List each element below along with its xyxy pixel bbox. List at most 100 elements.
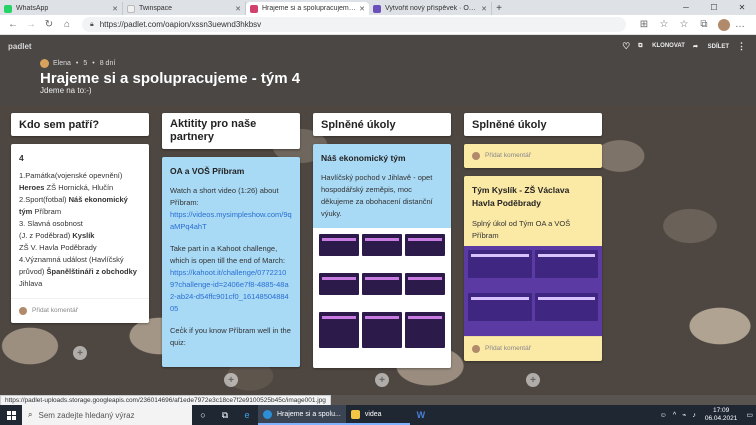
folder-icon <box>350 409 360 419</box>
card-line: ZŠ V. Havla Poděbrady <box>19 243 97 252</box>
tab-twinspace[interactable]: Twinspace ✕ <box>123 2 246 15</box>
post-card[interactable]: Tým Kyslík - ZŠ Václava Havla Poděbrady … <box>464 176 602 361</box>
column-title[interactable]: Aktitity pro naše partnery <box>162 113 300 149</box>
taskbar-app-browser[interactable]: Hrajeme si a spolu... <box>258 405 346 425</box>
avatar <box>19 307 27 315</box>
notifications-icon[interactable]: ▭ <box>746 411 753 419</box>
maximize-icon[interactable]: ☐ <box>700 0 728 15</box>
close-icon[interactable]: ✕ <box>235 5 241 13</box>
card-line: 2.Sport(fotbal) Náš ekonomický tým Příbr… <box>19 194 141 218</box>
card-text: Havlíčský pochod v Jihlavě - opet hospod… <box>321 173 433 218</box>
clock[interactable]: 17:09 06.04.2021 <box>705 407 738 423</box>
post-card-comment[interactable]: Přidat komentář <box>464 144 602 168</box>
collections-icon[interactable]: ⧉ <box>697 18 711 32</box>
screenshot-thumb <box>362 234 402 256</box>
screenshot-thumb <box>468 292 532 321</box>
bookmark-star-icon[interactable]: ☆ <box>657 18 671 32</box>
network-icon[interactable]: ⌁ <box>682 411 686 419</box>
card-text: ZŠ Hornická, Hlučín <box>44 183 114 192</box>
task-view-icon[interactable]: ⧉ <box>214 405 236 425</box>
taskbar-search[interactable]: ⌕ Sem zadejte hledaný výraz <box>22 405 192 425</box>
browser-tabbar: WhatsApp ✕ Twinspace ✕ Hrajeme si a spol… <box>0 0 756 15</box>
clone-button[interactable]: ⧉ KLONOVAT <box>638 43 685 50</box>
add-comment[interactable]: Přidat komentář <box>11 298 149 323</box>
post-card[interactable]: 4 1.Památka(vojenské opevnění) Heroes ZŠ… <box>11 144 149 323</box>
add-post-button[interactable]: + <box>526 373 540 387</box>
reload-icon[interactable]: ↻ <box>42 18 56 32</box>
close-icon[interactable]: ✕ <box>112 5 118 13</box>
column-title[interactable]: Splněné úkoly <box>464 113 602 136</box>
people-icon[interactable]: ☺ <box>660 412 667 419</box>
column-title[interactable]: Kdo sem patří? <box>11 113 149 136</box>
header-actions: ♡ ⧉ KLONOVAT ➦ SDÍLET ⋮ <box>614 41 746 52</box>
kahoot-link[interactable]: https://kahoot.it/challenge/07722109?cha… <box>170 267 292 315</box>
close-window-icon[interactable]: ✕ <box>728 0 756 15</box>
more-icon[interactable]: ⋮ <box>737 41 746 52</box>
card-line: (J. z Poděbrad) Kyslík <box>19 230 141 242</box>
forward-icon[interactable]: → <box>24 18 38 32</box>
chevron-up-icon[interactable]: ^ <box>673 412 676 419</box>
browser-toolbar: ← → ↻ ⌂ 🔒︎ https://padlet.com/oapion/xss… <box>0 15 756 35</box>
tab-label: WhatsApp <box>16 5 49 12</box>
card-text: 2.Sport(fotbal) <box>19 195 69 204</box>
start-button[interactable] <box>0 405 22 425</box>
minimize-icon[interactable]: ─ <box>672 0 700 15</box>
tab-padlet[interactable]: Hrajeme si a spolupracujeme - tý ✕ <box>246 2 369 15</box>
post-card[interactable]: OA a VOŠ Příbram Watch a short video (1:… <box>162 157 300 367</box>
share-button[interactable]: ➦ SDÍLET <box>693 43 729 50</box>
column-title[interactable]: Splněné úkoly <box>313 113 451 136</box>
home-icon[interactable]: ⌂ <box>60 18 74 32</box>
tab-label: Vytvořit nový příspěvek · Obchod <box>385 5 479 12</box>
author-name: Elena <box>53 60 71 67</box>
card-text: Splný úkol od Tým OA a VOŠ Příbram <box>472 219 571 240</box>
favorites-icon[interactable]: ☆ <box>677 18 691 32</box>
screenshot-thumb <box>534 250 598 278</box>
close-icon[interactable]: ✕ <box>359 5 365 13</box>
screenshot-thumb <box>362 273 402 295</box>
add-post-button[interactable]: + <box>375 373 389 387</box>
padlet-header: padlet Elena • 5 • 8 dní Hrajeme si a sp… <box>0 35 756 106</box>
whatsapp-icon <box>4 4 12 13</box>
add-comment[interactable]: Přidat komentář <box>464 336 602 361</box>
tab-whatsapp[interactable]: WhatsApp ✕ <box>0 2 123 15</box>
padlet-logo[interactable]: padlet <box>8 42 32 51</box>
add-post-button[interactable]: + <box>224 373 238 387</box>
cortana-icon[interactable]: ○ <box>192 405 214 425</box>
clone-label: KLONOVAT <box>652 43 685 49</box>
windows-icon <box>6 410 16 420</box>
edge-icon[interactable]: e <box>236 405 258 425</box>
attachment-image[interactable] <box>464 246 602 336</box>
apps-icon[interactable]: ⊞ <box>637 18 651 32</box>
card-title: OA a VOŠ Příbram <box>170 166 245 176</box>
card-number: 4 <box>19 153 24 163</box>
volume-icon[interactable]: ♪ <box>692 412 696 419</box>
card-text: Take part in a Kahoot challenge, which i… <box>170 244 286 265</box>
twinspace-icon <box>127 4 135 13</box>
add-comment[interactable]: Přidat komentář <box>464 144 602 168</box>
search-icon: ⌕ <box>28 410 33 419</box>
card-text: Příbram <box>32 207 62 216</box>
screenshot-thumb <box>405 312 445 348</box>
video-link[interactable]: https://videos.mysimpleshow.com/9qaMPq4a… <box>170 209 292 233</box>
screenshot-thumb <box>319 234 359 256</box>
taskbar-app-folder[interactable]: videa <box>345 405 410 425</box>
share-label: SDÍLET <box>707 44 729 50</box>
card-text: Watch a short video (1:26) about Příbram… <box>170 186 279 207</box>
separator: • <box>75 60 79 67</box>
tab-new-post[interactable]: Vytvořit nový příspěvek · Obchod ✕ <box>369 2 492 15</box>
post-card[interactable]: Náš ekonomický tým Havlíčský pochod v Ji… <box>313 144 451 368</box>
team-name: Španělštináři z obchodky <box>46 267 137 276</box>
word-icon[interactable]: W <box>410 405 432 425</box>
profile-avatar[interactable] <box>718 18 730 31</box>
back-icon[interactable]: ← <box>6 18 20 32</box>
close-icon[interactable]: ✕ <box>481 5 487 13</box>
more-icon[interactable]: … <box>733 18 747 32</box>
address-bar[interactable]: 🔒︎ https://padlet.com/oapion/xssn3uewnd3… <box>82 17 626 32</box>
attachment-image[interactable] <box>313 228 451 368</box>
heart-icon[interactable]: ♡ <box>622 41 630 52</box>
new-tab-button[interactable]: + <box>492 2 506 15</box>
lock-icon: 🔒︎ <box>90 20 94 28</box>
screenshot-thumb <box>319 312 359 348</box>
likes-count: 5 <box>83 60 88 67</box>
add-post-button[interactable]: + <box>73 346 87 360</box>
